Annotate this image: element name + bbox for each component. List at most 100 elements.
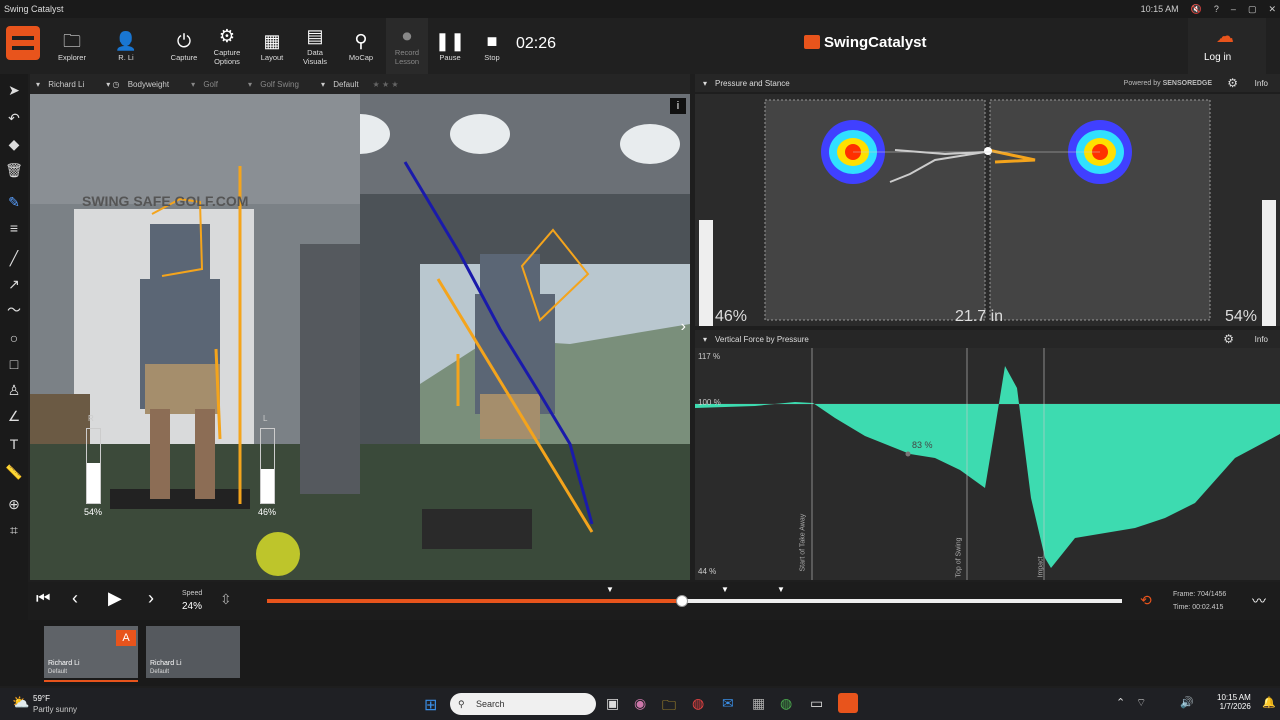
sport-dropdown[interactable]: ▾ Golf bbox=[191, 80, 218, 89]
capture-button[interactable]: ⏻ Capture bbox=[168, 18, 200, 74]
video-face-on[interactable]: SWING SAFE GOLF.COM R L 54% 46% bbox=[30, 94, 360, 580]
calculator-icon[interactable]: ▦ bbox=[752, 695, 765, 712]
svg-text:SWING SAFE GOLF.COM: SWING SAFE GOLF.COM bbox=[82, 193, 248, 209]
stop-button[interactable]: ■ Stop bbox=[478, 18, 506, 74]
clip-thumbnail[interactable]: A Richard Li Default bbox=[44, 626, 138, 682]
vf-info-button[interactable]: Info bbox=[1255, 335, 1268, 344]
y-100-label: 100 % bbox=[698, 398, 721, 407]
network-icon[interactable]: ⌔ bbox=[1136, 696, 1146, 710]
waveform-icon[interactable]: 〰 bbox=[1252, 591, 1266, 611]
force-graph bbox=[695, 348, 1280, 580]
maximize-button[interactable]: ▢ bbox=[1248, 4, 1257, 15]
step-forward-icon[interactable]: › bbox=[148, 588, 154, 609]
terminal-icon[interactable]: ▭ bbox=[810, 695, 823, 712]
mute-icon[interactable]: 🔇 bbox=[1191, 4, 1202, 15]
crop-icon[interactable]: ⌗ bbox=[4, 520, 24, 540]
timeline-track[interactable]: ▼ ▼ ▼ bbox=[267, 585, 1122, 607]
trash-icon[interactable]: 🗑 bbox=[4, 160, 24, 180]
step-back-icon[interactable]: ‹ bbox=[72, 588, 78, 609]
gear-icon[interactable]: ⚙ bbox=[1223, 332, 1234, 346]
angle-tool-icon[interactable]: ∠ bbox=[4, 406, 24, 426]
category-dropdown[interactable]: ▾ Golf Swing bbox=[248, 80, 299, 89]
marker-top-of-swing: Top of Swing bbox=[955, 537, 963, 578]
right-foot-gauge bbox=[260, 428, 275, 504]
pointer-icon[interactable]: ➤ bbox=[4, 80, 24, 100]
file-explorer-icon[interactable]: 🗀 bbox=[662, 695, 676, 719]
layout-button[interactable]: ▦ Layout bbox=[256, 18, 288, 74]
skip-start-icon[interactable]: ⏮ bbox=[36, 590, 50, 608]
marker-take-away-icon[interactable]: ▼ bbox=[606, 585, 614, 594]
info-icon[interactable]: i bbox=[670, 98, 686, 114]
marker-impact-icon[interactable]: ▼ bbox=[777, 585, 785, 594]
windows-start-icon[interactable]: ⊞ bbox=[424, 695, 437, 715]
explorer-button[interactable]: 🗀 Explorer bbox=[56, 18, 88, 74]
mocap-button[interactable]: ⚲ MoCap bbox=[344, 18, 378, 74]
minimize-button[interactable]: – bbox=[1231, 4, 1236, 14]
close-button[interactable]: ✕ bbox=[1268, 4, 1276, 15]
login-button[interactable]: ☁ Log in bbox=[1188, 18, 1266, 74]
task-view-icon[interactable]: ▣ bbox=[606, 695, 619, 712]
body-tool-icon[interactable]: ♙ bbox=[4, 380, 24, 400]
volume-icon[interactable]: 🔊 bbox=[1180, 696, 1194, 709]
loop-icon[interactable]: ⟲ bbox=[1140, 592, 1152, 609]
clip-badge: A bbox=[116, 630, 136, 646]
outlook-icon[interactable]: ✉ bbox=[722, 695, 734, 712]
speed-adjust-icon[interactable]: ⇳ bbox=[220, 591, 232, 608]
capture-timer: 02:26 bbox=[516, 35, 557, 52]
notification-icon[interactable]: 🔔 bbox=[1262, 696, 1276, 709]
left-foot-pct: 46% bbox=[715, 308, 748, 325]
chrome-icon[interactable]: ◍ bbox=[692, 695, 704, 712]
swing-catalyst-task-icon[interactable] bbox=[838, 693, 858, 713]
clip-strip: A Richard Li Default Richard Li Default bbox=[28, 620, 1280, 686]
force-point-label: 83 % bbox=[912, 440, 933, 450]
brand-mark-icon bbox=[804, 35, 820, 49]
help-icon[interactable]: ? bbox=[1214, 4, 1219, 14]
rating-stars[interactable]: ★ ★ ★ bbox=[373, 80, 399, 89]
line-tool-icon[interactable]: ╱ bbox=[4, 248, 24, 268]
chrome-alt-icon[interactable]: ◍ bbox=[780, 695, 792, 712]
undo-icon[interactable]: ↶ bbox=[4, 108, 24, 128]
circle-tool-icon[interactable]: ○ bbox=[4, 328, 24, 348]
collapse-icon[interactable]: ▾ bbox=[703, 79, 707, 88]
stance-width: 21.7 in bbox=[955, 308, 1004, 325]
timeline-thumb[interactable] bbox=[675, 595, 688, 607]
zoom-icon[interactable]: ⊕ bbox=[4, 494, 24, 514]
app-logo[interactable] bbox=[6, 26, 40, 60]
taskbar-clock[interactable]: 10:15 AM 1/7/2026 bbox=[1217, 693, 1251, 711]
edit-icon[interactable]: ✎ bbox=[4, 192, 24, 212]
rectangle-tool-icon[interactable]: □ bbox=[4, 354, 24, 374]
weight-dropdown[interactable]: ▾ ◷ Bodyweight bbox=[106, 80, 169, 89]
ruler-tool-icon[interactable]: 📏 bbox=[4, 462, 24, 482]
chevron-right-icon[interactable]: › bbox=[681, 318, 686, 336]
preset-dropdown[interactable]: ▾ Default bbox=[321, 80, 359, 89]
collapse-icon[interactable]: ▾ bbox=[703, 335, 707, 344]
video-down-the-line[interactable]: i › bbox=[360, 94, 690, 580]
user-button[interactable]: 👤 R. Li bbox=[110, 18, 142, 74]
speed-value[interactable]: 24% bbox=[182, 601, 202, 612]
eraser-icon[interactable]: ◆ bbox=[4, 134, 24, 154]
weather-desc: Partly sunny bbox=[33, 705, 78, 714]
play-icon[interactable]: ▶ bbox=[108, 588, 122, 609]
record-lesson-button[interactable]: ⏺ Record Lesson bbox=[386, 18, 428, 74]
line-weight-icon[interactable]: ≡ bbox=[4, 218, 24, 238]
data-visuals-button[interactable]: ▤ Data Visuals bbox=[298, 18, 332, 74]
search-box[interactable]: ⚲ Search bbox=[450, 693, 596, 715]
record-icon: ⏺ bbox=[402, 26, 412, 46]
text-tool-icon[interactable]: T bbox=[4, 434, 24, 454]
player-dropdown[interactable]: ▾ Richard Li bbox=[36, 80, 84, 89]
pause-button[interactable]: ❚❚ Pause bbox=[434, 18, 466, 74]
weather-icon[interactable]: ⛅ bbox=[12, 694, 29, 711]
copilot-icon[interactable]: ◉ bbox=[634, 695, 646, 712]
cloud-login-icon: ☁ bbox=[1216, 26, 1234, 46]
gear-icon[interactable]: ⚙ bbox=[1227, 76, 1238, 90]
pressure-info-button[interactable]: Info bbox=[1255, 79, 1268, 88]
pause-icon: ❚❚ bbox=[434, 30, 466, 51]
freehand-tool-icon[interactable]: 〜 bbox=[4, 300, 24, 320]
capture-options-button[interactable]: ⚙ Capture Options bbox=[208, 18, 246, 74]
marker-top-icon[interactable]: ▼ bbox=[721, 585, 729, 594]
marker-take-away: Start of Take Away bbox=[799, 513, 807, 572]
arrow-tool-icon[interactable]: ↗ bbox=[4, 274, 24, 294]
clip-thumbnail[interactable]: Richard Li Default bbox=[146, 626, 240, 678]
tray-chevron-icon[interactable]: ⌃ bbox=[1116, 696, 1125, 709]
gear-icon: ⚙ bbox=[218, 26, 236, 46]
